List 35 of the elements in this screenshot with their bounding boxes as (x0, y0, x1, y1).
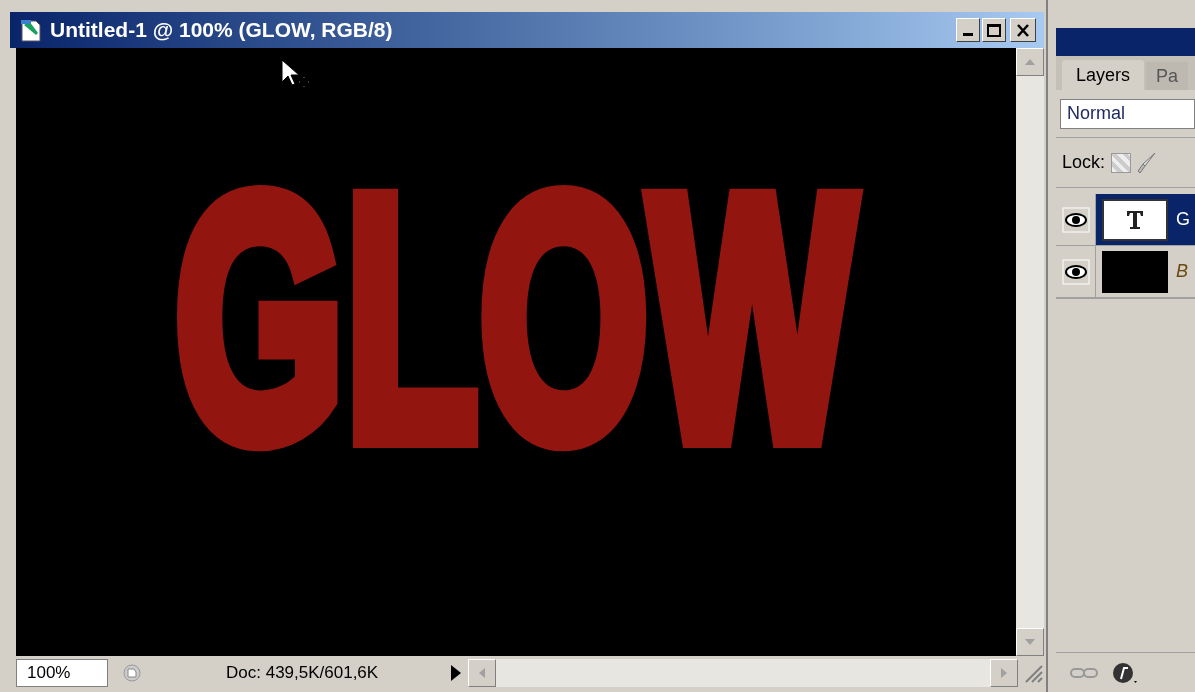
layer-name: G (1176, 208, 1190, 231)
zoom-field[interactable]: 100% (16, 659, 108, 687)
window-title: Untitled-1 @ 100% (GLOW, RGB/8) (50, 17, 393, 44)
horizontal-scrollbar[interactable] (468, 659, 1018, 687)
layer-name: B (1176, 260, 1188, 283)
panel-tab[interactable]: Pa (1146, 62, 1189, 90)
caret-right-icon (1001, 668, 1007, 678)
layer-style-icon[interactable] (1112, 660, 1140, 685)
brush-icon[interactable] (1137, 151, 1158, 174)
panel-tab[interactable]: Layers (1062, 60, 1145, 90)
scroll-down-button[interactable] (1016, 628, 1044, 656)
scroll-left-button[interactable] (468, 659, 497, 687)
play-arrow-icon[interactable] (450, 664, 463, 682)
caret-up-icon (1025, 59, 1035, 65)
lock-transparency-icon[interactable] (1111, 152, 1132, 173)
visibility-eye-icon[interactable] (1061, 206, 1090, 233)
document-icon (18, 17, 44, 43)
status-menu-icon[interactable] (122, 663, 142, 683)
blend-mode-dropdown[interactable]: Normal (1060, 98, 1195, 129)
minimize-button[interactable] (956, 18, 980, 42)
layer-thumbnail (1102, 250, 1168, 293)
caret-left-icon (479, 668, 486, 678)
layer-row[interactable]: B (1096, 246, 1195, 297)
scroll-right-button[interactable] (990, 659, 1018, 687)
close-button[interactable] (1010, 18, 1036, 42)
visibility-eye-icon[interactable] (1061, 258, 1090, 285)
document-size-info: Doc: 439,5K/601,6K (226, 662, 379, 685)
lock-label: Lock: (1062, 151, 1106, 174)
layer-row[interactable]: G (1096, 194, 1195, 245)
close-icon (1016, 23, 1030, 37)
text-layer-icon (1126, 209, 1144, 230)
maximize-button[interactable] (982, 18, 1006, 42)
scroll-up-button[interactable] (1016, 48, 1044, 76)
caret-down-icon (1025, 639, 1035, 645)
vertical-scrollbar[interactable] (1016, 48, 1044, 656)
